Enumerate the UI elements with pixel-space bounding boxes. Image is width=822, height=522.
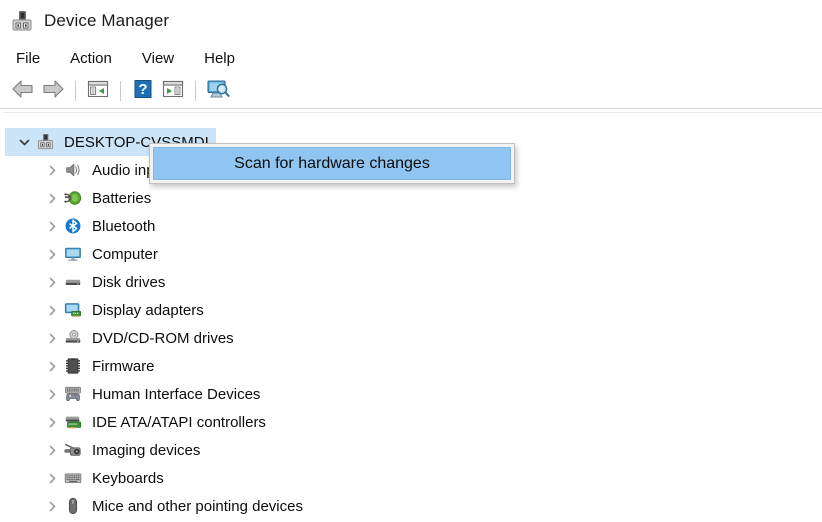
- title-bar: Device Manager: [0, 0, 822, 42]
- toolbar-help[interactable]: ?: [128, 77, 158, 105]
- computer-root-icon: [35, 132, 55, 152]
- back-arrow-icon: [11, 79, 35, 104]
- chevron-right-icon[interactable]: [41, 304, 63, 317]
- chevron-down-icon[interactable]: [13, 136, 35, 149]
- tree-item-display-adapters[interactable]: Display adapters: [5, 296, 822, 324]
- tree-item-label: IDE ATA/ATAPI controllers: [92, 413, 266, 431]
- tree-item-imaging-devices[interactable]: Imaging devices: [5, 436, 822, 464]
- tree-item-label: Mice and other pointing devices: [92, 497, 303, 515]
- ide-controller-icon: [63, 412, 83, 432]
- chevron-right-icon[interactable]: [41, 248, 63, 261]
- tree-item-disk-drives[interactable]: Disk drives: [5, 268, 822, 296]
- toolbar: ?: [0, 74, 822, 109]
- toolbar-separator-3: [195, 81, 196, 101]
- chevron-right-icon[interactable]: [41, 360, 63, 373]
- tree-item-label: Display adapters: [92, 301, 204, 319]
- tree-item-dvd-drives[interactable]: DVD/CD-ROM drives: [5, 324, 822, 352]
- hid-icon: [63, 384, 83, 404]
- tree-item-label: Keyboards: [92, 469, 164, 487]
- mouse-icon: [63, 496, 83, 516]
- firmware-chip-icon: [63, 356, 83, 376]
- forward-arrow-icon: [41, 79, 65, 104]
- chevron-right-icon[interactable]: [41, 388, 63, 401]
- device-manager-icon: [10, 9, 34, 33]
- chevron-right-icon[interactable]: [41, 192, 63, 205]
- chevron-right-icon[interactable]: [41, 276, 63, 289]
- tree-item-computer[interactable]: Computer: [5, 240, 822, 268]
- tree-item-ide-controllers[interactable]: IDE ATA/ATAPI controllers: [5, 408, 822, 436]
- toolbar-update-driver[interactable]: [158, 77, 188, 105]
- tree-item-bluetooth[interactable]: Bluetooth: [5, 212, 822, 240]
- tree-item-label: Firmware: [92, 357, 155, 375]
- chevron-right-icon[interactable]: [41, 500, 63, 513]
- menu-action[interactable]: Action: [68, 48, 124, 69]
- tree-item-label: DVD/CD-ROM drives: [92, 329, 234, 347]
- chevron-right-icon[interactable]: [41, 444, 63, 457]
- toolbar-scan-hardware[interactable]: [203, 77, 233, 105]
- update-driver-icon: [162, 79, 184, 104]
- chevron-right-icon[interactable]: [41, 164, 63, 177]
- menu-help[interactable]: Help: [202, 48, 247, 69]
- tree-item-hid[interactable]: Human Interface Devices: [5, 380, 822, 408]
- imaging-device-icon: [63, 440, 83, 460]
- toolbar-forward[interactable]: [38, 77, 68, 105]
- context-menu-item-scan-for-hardware-changes[interactable]: Scan for hardware changes: [153, 147, 511, 180]
- display-adapter-icon: [63, 300, 83, 320]
- bluetooth-icon: [63, 216, 83, 236]
- properties-icon: [87, 79, 109, 104]
- context-menu: Scan for hardware changes: [149, 143, 515, 184]
- monitor-icon: [63, 244, 83, 264]
- window-title: Device Manager: [44, 11, 170, 30]
- toolbar-separator-1: [75, 81, 76, 101]
- toolbar-separator-2: [120, 81, 121, 101]
- chevron-right-icon[interactable]: [41, 472, 63, 485]
- tree-item-label: Bluetooth: [92, 217, 156, 235]
- scan-hardware-icon: [206, 78, 230, 105]
- tree-item-label: Disk drives: [92, 273, 166, 291]
- disk-drive-icon: [63, 272, 83, 292]
- toolbar-back[interactable]: [8, 77, 38, 105]
- keyboard-icon: [63, 468, 83, 488]
- battery-icon: [63, 188, 83, 208]
- tree-item-label: Computer: [92, 245, 158, 263]
- tree-item-firmware[interactable]: Firmware: [5, 352, 822, 380]
- tree-item-label: Imaging devices: [92, 441, 201, 459]
- speaker-icon: [63, 160, 83, 180]
- chevron-right-icon[interactable]: [41, 220, 63, 233]
- dvd-drive-icon: [63, 328, 83, 348]
- help-icon: ?: [133, 79, 153, 104]
- menu-bar: File Action View Help: [0, 42, 822, 74]
- chevron-right-icon[interactable]: [41, 332, 63, 345]
- menu-view[interactable]: View: [140, 48, 186, 69]
- tree-item-keyboards[interactable]: Keyboards: [5, 464, 822, 492]
- svg-text:?: ?: [138, 81, 147, 98]
- chevron-right-icon[interactable]: [41, 416, 63, 429]
- tree-item-label: Batteries: [92, 189, 152, 207]
- toolbar-properties[interactable]: [83, 77, 113, 105]
- tree-item-batteries[interactable]: Batteries: [5, 184, 822, 212]
- menu-file[interactable]: File: [14, 48, 52, 69]
- tree-item-label: Human Interface Devices: [92, 385, 261, 403]
- tree-item-mice[interactable]: Mice and other pointing devices: [5, 492, 822, 520]
